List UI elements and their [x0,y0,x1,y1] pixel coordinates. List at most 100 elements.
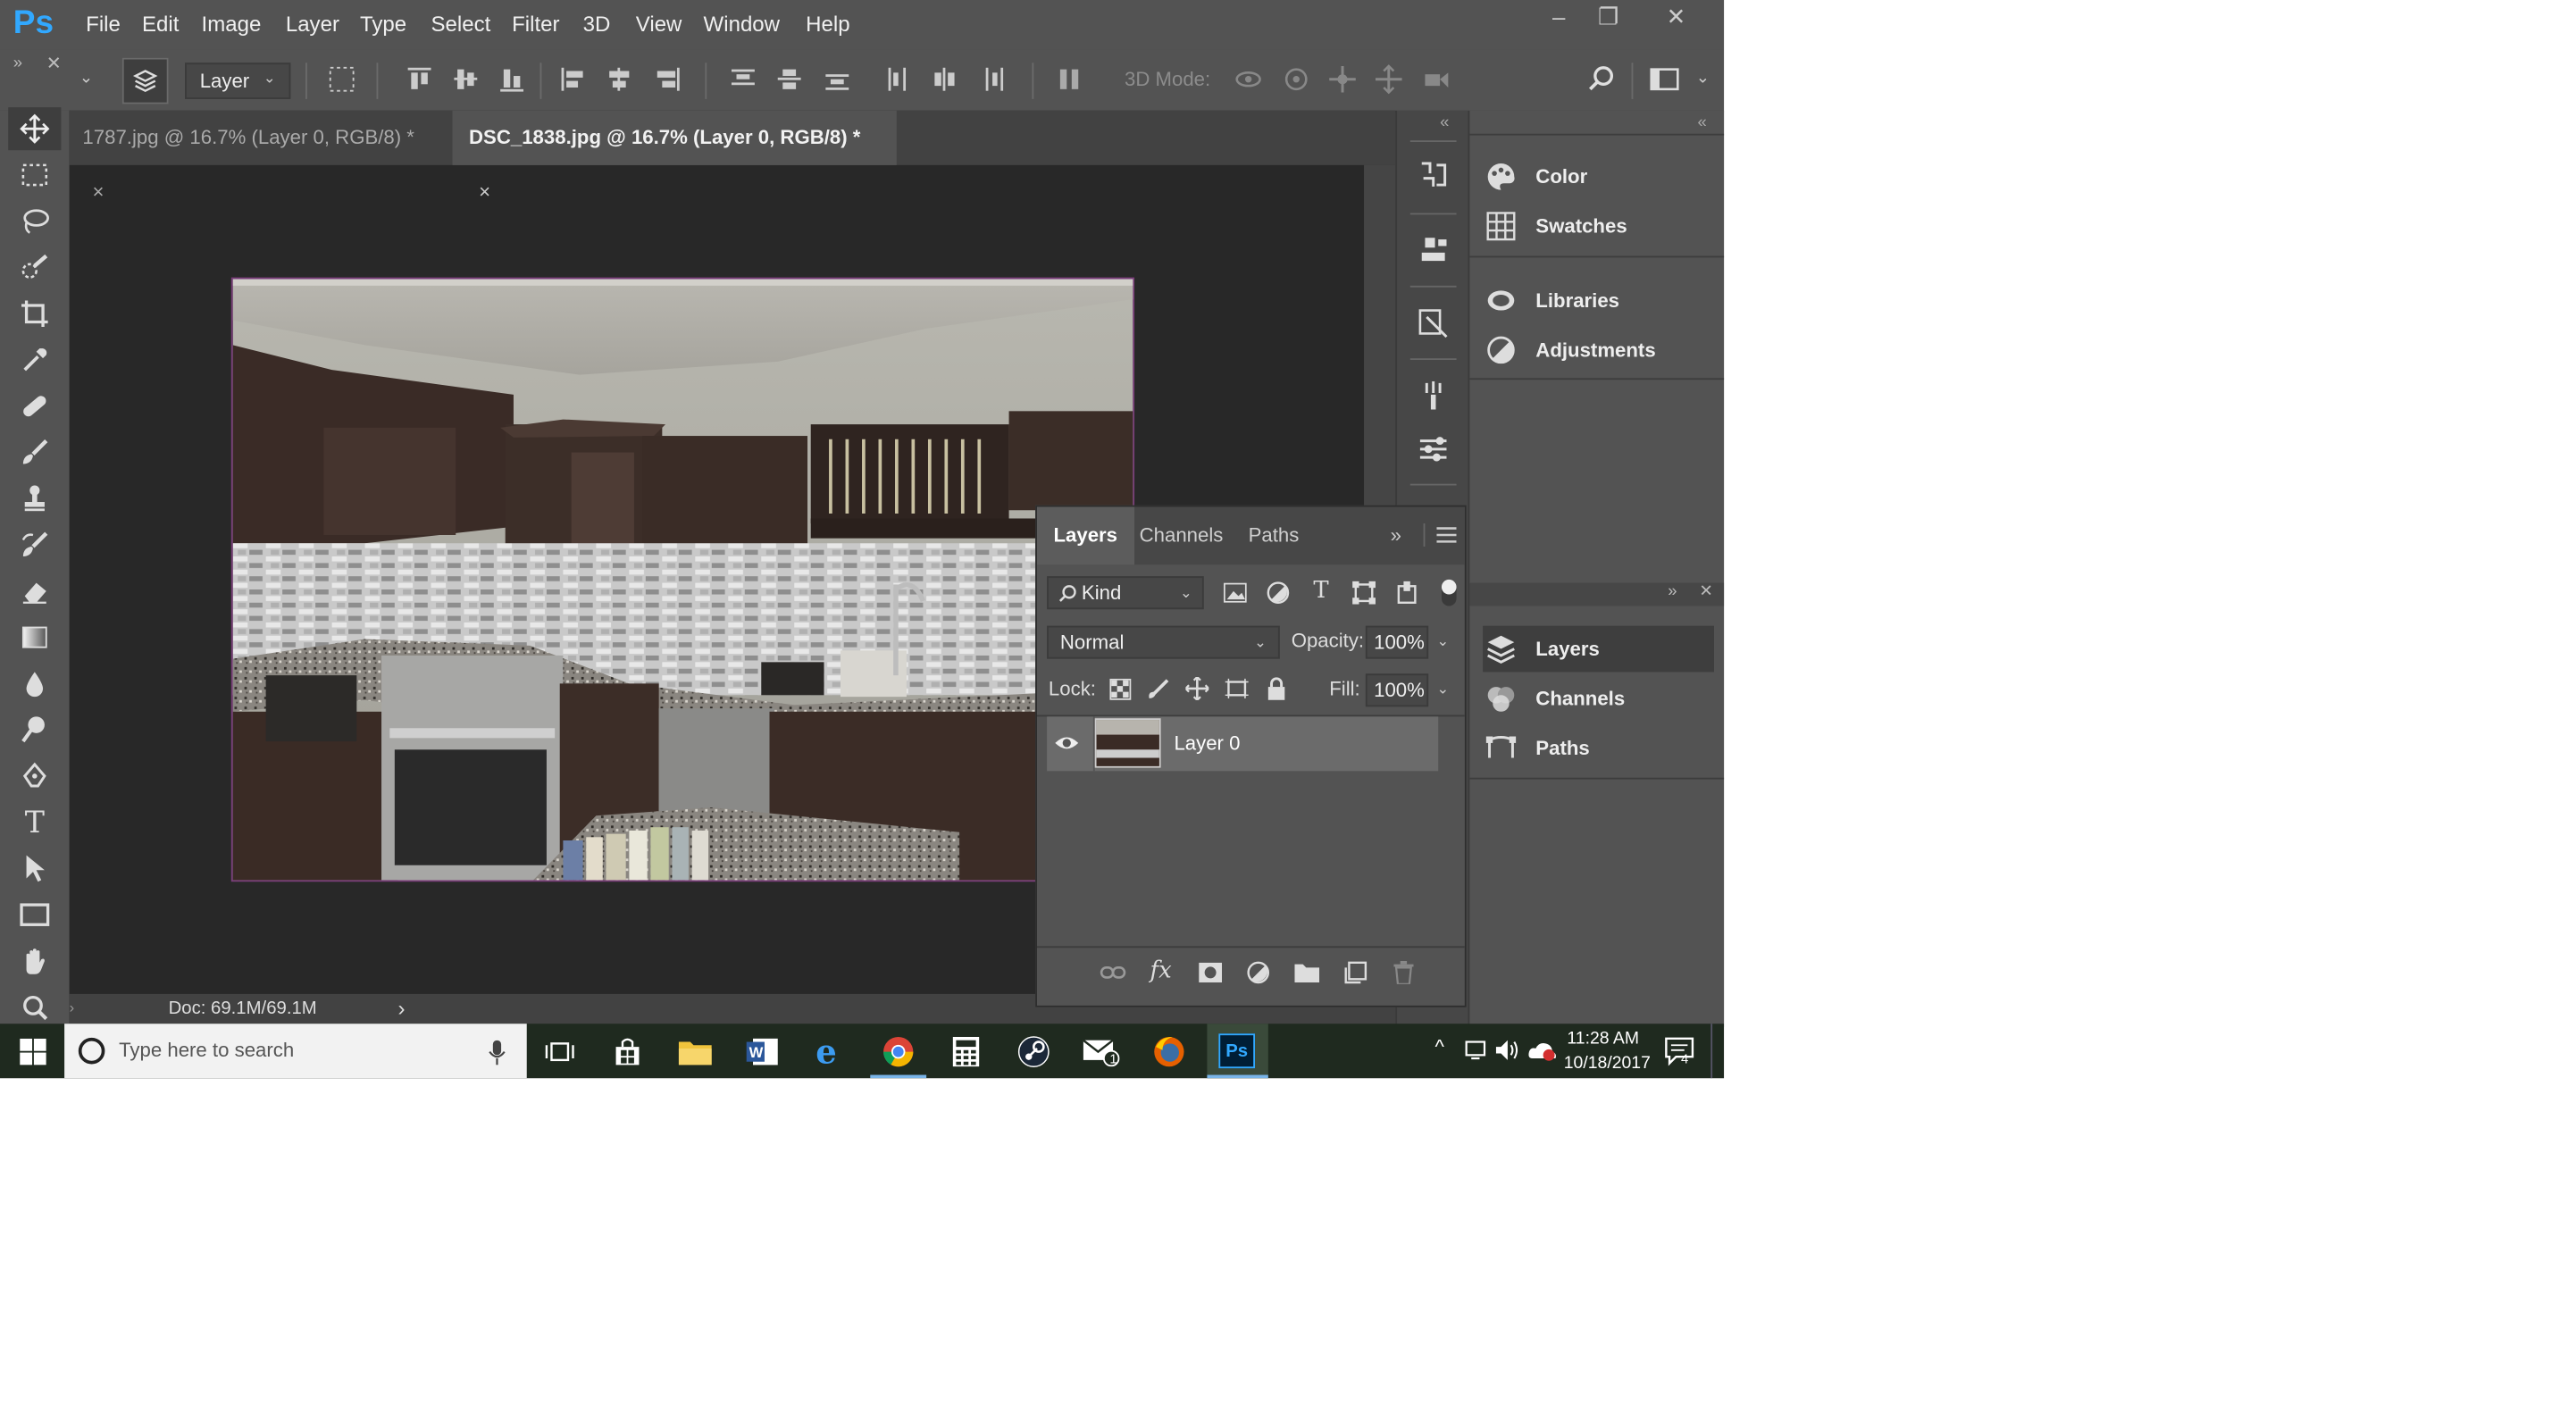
panel-item-channels[interactable]: Channels [1483,675,1714,722]
3d-pan-icon[interactable] [1327,64,1357,94]
lock-artboard-icon[interactable] [1224,677,1250,700]
taskbar-search-box[interactable]: Type here to search [64,1024,527,1079]
firefox-icon[interactable] [1140,1031,1200,1074]
tab-dsc-1838[interactable]: DSC_1838.jpg @ 16.7% (Layer 0, RGB/8) * … [452,110,897,203]
add-mask-icon[interactable] [1197,959,1224,986]
minimize-button[interactable]: – [1535,4,1582,37]
eyedropper-tool-icon[interactable] [15,340,54,380]
restore-button[interactable]: ❐ [1585,4,1632,37]
calculator-icon[interactable] [936,1031,996,1074]
history-brush-tool-icon[interactable] [15,525,54,564]
zoom-tool-icon[interactable] [15,988,54,1027]
opacity-input[interactable]: 100% [1365,625,1429,659]
panel-item-libraries[interactable]: Libraries [1483,278,1714,324]
status-menu-arrow[interactable]: › [398,996,406,1021]
marquee-tool-icon[interactable] [15,155,54,195]
hand-tool-icon[interactable] [15,941,54,981]
3d-icon[interactable] [1414,230,1453,269]
blur-tool-icon[interactable] [15,664,54,703]
menu-view[interactable]: View [636,12,682,37]
type-tool-icon[interactable]: T [15,802,54,841]
brush-settings-icon[interactable] [1414,377,1453,416]
document-canvas-image[interactable] [230,277,1135,882]
align-right-icon[interactable] [652,64,682,94]
transform-controls-icon[interactable] [327,64,356,94]
distribute-hcenter-icon[interactable] [930,64,959,94]
tab-channels[interactable]: Channels [1123,507,1240,565]
workspace-icon[interactable] [1650,64,1679,94]
pen-tool-icon[interactable] [15,756,54,796]
fill-chevron-icon[interactable]: ⌄ [1436,681,1449,698]
filter-smart-object-icon[interactable] [1393,580,1420,606]
network-icon[interactable] [1465,1039,1492,1062]
history-icon[interactable] [1414,155,1453,195]
layer-name[interactable]: Layer 0 [1174,731,1240,755]
collapse-toolbar-icon[interactable]: » [13,54,22,72]
crop-tool-icon[interactable] [15,294,54,333]
search-icon[interactable] [1587,64,1617,94]
tab-close-icon[interactable]: × [93,180,105,204]
align-vcenter-icon[interactable] [451,64,481,94]
clock-time[interactable]: 11:28 AM [1567,1029,1639,1049]
brush-tool-icon[interactable] [15,432,54,472]
3d-video-icon[interactable] [1422,64,1451,94]
eye-visibility-icon[interactable] [1050,730,1083,756]
lock-position-icon[interactable] [1185,676,1209,700]
3d-roll-icon[interactable] [1282,64,1311,94]
expand-icon[interactable]: » [1391,523,1401,547]
tab-1787[interactable]: 1787.jpg @ 16.7% (Layer 0, RGB/8) * × [70,111,453,204]
blend-mode-dropdown[interactable]: Normal ⌄ [1047,625,1280,659]
auto-align-icon[interactable] [1055,64,1084,94]
menu-layer[interactable]: Layer [286,12,339,37]
show-desktop-button[interactable] [1710,1024,1724,1079]
lock-transparent-pixels-icon[interactable] [1108,677,1131,700]
tray-overflow-chevron-icon[interactable]: ^ [1435,1035,1444,1058]
align-left-icon[interactable] [558,64,588,94]
close-button[interactable]: ✕ [1653,4,1700,37]
filter-shape-icon[interactable] [1351,580,1377,606]
distribute-top-icon[interactable] [728,64,757,94]
filter-toggle[interactable] [1441,579,1457,606]
rectangle-tool-icon[interactable] [15,895,54,934]
menu-filter[interactable]: Filter [512,12,559,37]
tab-layers[interactable]: Layers [1036,506,1134,565]
menu-3d[interactable]: 3D [583,12,611,37]
fill-input[interactable]: 100% [1365,673,1429,707]
lock-image-pixels-icon[interactable] [1146,677,1169,700]
healing-brush-tool-icon[interactable] [15,387,54,426]
workspace-chevron-icon[interactable]: ⌄ [1696,70,1710,88]
new-group-folder-icon[interactable] [1293,959,1320,986]
collapse-dock-icon[interactable]: « [1697,114,1706,132]
auto-select-target-dropdown[interactable]: Layer ⌄ [185,63,291,99]
properties-icon[interactable] [1414,304,1453,343]
menu-file[interactable]: File [86,12,121,37]
filter-pixel-icon[interactable] [1222,580,1249,606]
delete-layer-icon[interactable] [1391,959,1418,986]
edge-icon[interactable]: e [801,1031,861,1074]
distribute-vcenter-icon[interactable] [774,64,804,94]
file-explorer-icon[interactable] [665,1031,725,1074]
brush-presets-icon[interactable] [1414,430,1453,469]
menu-type[interactable]: Type [360,12,406,37]
new-adjustment-layer-icon[interactable] [1245,959,1272,986]
distribute-right-icon[interactable] [977,64,1007,94]
photoshop-taskbar-icon[interactable]: Ps [1218,1033,1256,1069]
close-toolbar-icon[interactable]: ✕ [46,53,62,74]
link-layers-icon[interactable] [1100,959,1126,986]
align-bottom-icon[interactable] [497,64,526,94]
opacity-chevron-icon[interactable]: ⌄ [1436,632,1449,650]
panel-menu-icon[interactable] [1435,523,1459,547]
menu-edit[interactable]: Edit [142,12,179,37]
tool-preset-chevron-icon[interactable]: ⌄ [79,70,94,88]
clone-stamp-tool-icon[interactable] [15,479,54,518]
store-icon[interactable] [598,1031,657,1074]
word-icon[interactable]: W [733,1031,793,1074]
distribute-left-icon[interactable] [883,64,913,94]
close-panel-group-icon[interactable]: ✕ [1699,583,1713,601]
layer-style-fx-icon[interactable]: fx [1148,957,1175,984]
clock-date[interactable]: 10/18/2017 [1564,1053,1651,1073]
lasso-tool-icon[interactable] [15,202,54,241]
collapse-panels-icon[interactable]: « [1440,114,1449,132]
distribute-bottom-icon[interactable] [823,64,852,94]
task-view-icon[interactable] [530,1031,590,1074]
